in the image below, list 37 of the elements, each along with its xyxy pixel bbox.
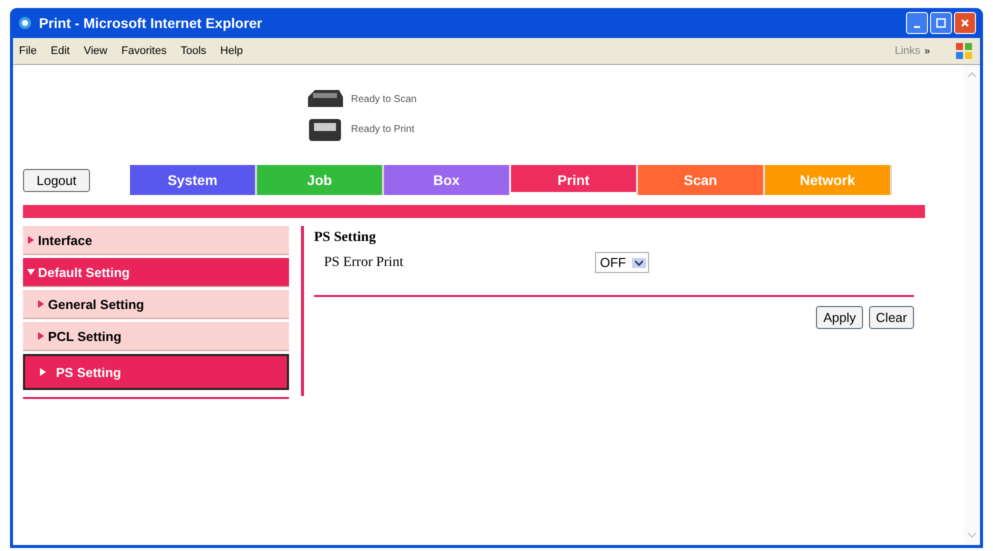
close-button[interactable]: [954, 12, 976, 34]
triangle-right-icon: [37, 300, 45, 308]
dropdown[interactable]: OFF: [595, 252, 649, 273]
links-chevron[interactable]: »: [924, 46, 930, 56]
sidebar-item[interactable]: PCL Setting: [23, 322, 289, 351]
triangle-right-icon: [37, 332, 45, 340]
sidebar-item[interactable]: Default Setting: [23, 258, 289, 287]
nav-tab[interactable]: Box: [384, 165, 511, 195]
nav-tab[interactable]: Print: [511, 165, 638, 195]
triangle-down-icon: [27, 268, 35, 276]
logout-button[interactable]: Logout: [23, 168, 90, 192]
sidebar-item[interactable]: PS Setting: [23, 354, 289, 390]
maximize-button[interactable]: [930, 12, 952, 34]
panel-heading: PS Setting: [314, 230, 377, 246]
minimize-button[interactable]: [906, 12, 928, 34]
windows-logo-icon: [954, 41, 974, 61]
menu-item[interactable]: Help: [220, 45, 243, 57]
close-icon: [960, 18, 970, 28]
menu-item[interactable]: Edit: [50, 45, 70, 57]
browser-icon: [17, 15, 33, 31]
triangle-right-icon: [27, 236, 35, 244]
sidebar-item[interactable]: General Setting: [23, 290, 289, 319]
triangle-right-icon: [39, 368, 47, 376]
nav-tab[interactable]: System: [130, 165, 257, 195]
status-text: Ready to Print: [351, 124, 414, 134]
menu-item[interactable]: View: [84, 45, 108, 57]
menu-item[interactable]: Tools: [180, 45, 206, 57]
sidebar-item[interactable]: Interface: [23, 226, 289, 255]
minimize-icon: [914, 26, 920, 28]
menu-item[interactable]: Favorites: [121, 45, 167, 57]
maximize-icon: [936, 18, 946, 28]
status-text: Ready to Scan: [351, 94, 417, 104]
window-title: Print - Microsoft Internet Explorer: [39, 15, 262, 31]
form-button[interactable]: Clear: [868, 306, 914, 329]
form-button[interactable]: Apply: [816, 306, 863, 329]
setting-label: PS Error Print: [324, 254, 404, 270]
menu-item[interactable]: File: [19, 45, 37, 57]
